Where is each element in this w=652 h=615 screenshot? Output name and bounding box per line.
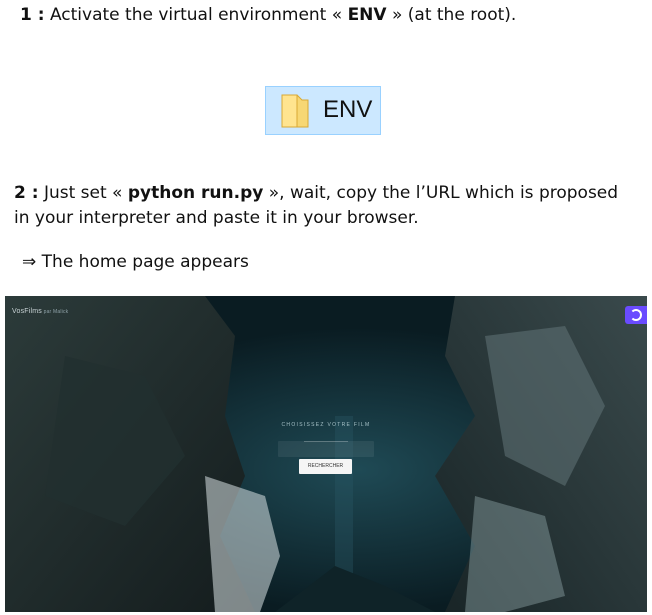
folder-label: ENV <box>323 96 373 123</box>
brand-by: par Malick <box>42 309 69 315</box>
env-name: ENV <box>347 5 387 25</box>
result-text: The home page appears <box>36 252 249 272</box>
extension-badge-icon[interactable] <box>625 306 647 324</box>
step-2-number: 2 : <box>14 183 39 203</box>
step-1-text-before: Activate the virtual environment « <box>44 5 348 25</box>
brand-name: VosFilms <box>12 308 42 315</box>
search-title: CHOISISSEZ VOTRE FILM <box>281 422 371 428</box>
result-line: ⇒ The home page appears <box>22 250 249 275</box>
step-1-instruction: 1 : Activate the virtual environment « E… <box>20 3 516 28</box>
folder-icon <box>281 94 309 128</box>
step-2-instruction: 2 : Just set « python run.py », wait, co… <box>14 181 634 231</box>
app-brand[interactable]: VosFilms par Malick <box>12 308 68 315</box>
search-button[interactable]: RECHERCHER <box>299 459 352 474</box>
step-1-number: 1 : <box>20 5 45 25</box>
implies-arrow-icon: ⇒ <box>22 252 37 272</box>
env-folder[interactable]: ENV <box>265 86 381 135</box>
step-1-text-after: » (at the root). <box>386 5 517 25</box>
command-text: python run.py <box>127 183 264 203</box>
step-2-text-before: Just set « <box>38 183 128 203</box>
home-page-screenshot: VosFilms par Malick CHOISISSEZ VOTRE FIL… <box>5 296 647 612</box>
film-search-input[interactable] <box>278 441 374 457</box>
